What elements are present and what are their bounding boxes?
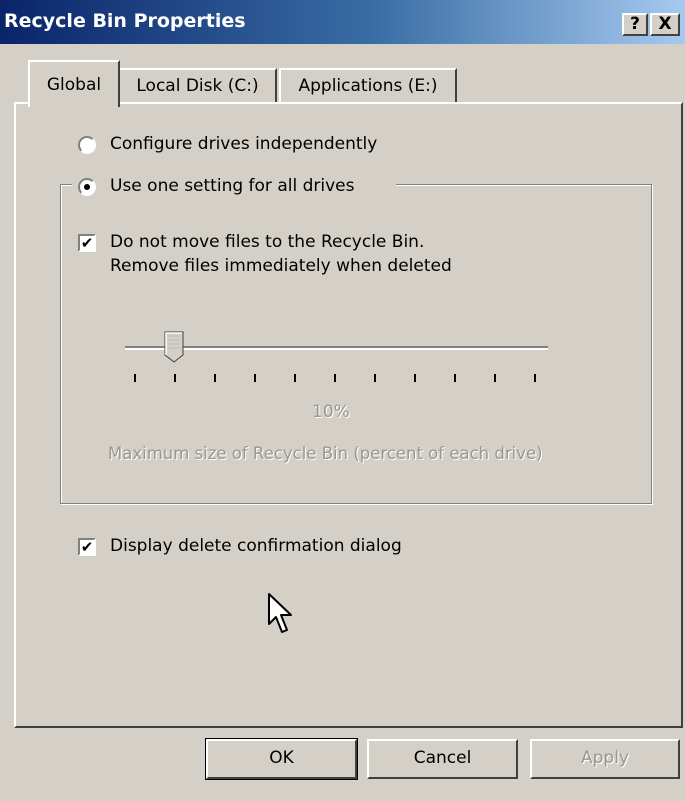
ok-button[interactable]: OK xyxy=(205,738,358,780)
close-button[interactable]: X xyxy=(650,13,680,36)
help-button[interactable]: ? xyxy=(622,13,648,36)
tab-panel-global xyxy=(14,102,683,728)
window-title: Recycle Bin Properties xyxy=(4,10,246,32)
apply-button[interactable]: Apply xyxy=(530,739,680,779)
title-bar[interactable]: Recycle Bin Properties ? X xyxy=(0,0,685,44)
mouse-cursor-icon xyxy=(268,593,292,633)
cancel-button[interactable]: Cancel xyxy=(367,739,518,779)
tab-applications[interactable]: Applications (E:) xyxy=(279,68,457,104)
tab-global[interactable]: Global xyxy=(28,60,120,107)
tab-local-disk[interactable]: Local Disk (C:) xyxy=(118,68,277,104)
